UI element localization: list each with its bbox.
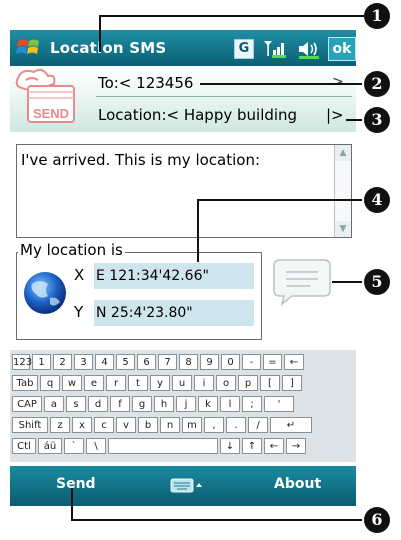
- key-symbol[interactable]: ,: [204, 417, 224, 433]
- gprs-indicator[interactable]: G: [234, 39, 254, 59]
- key-0[interactable]: 0: [221, 354, 240, 370]
- key-symbol[interactable]: [: [260, 375, 280, 391]
- key-s[interactable]: s: [66, 396, 86, 412]
- x-coordinate-label: X: [74, 266, 85, 284]
- windows-flag-icon[interactable]: [14, 35, 44, 61]
- globe-icon: [24, 272, 66, 314]
- key-tab[interactable]: Tab: [12, 375, 38, 391]
- header-divider: [96, 96, 352, 97]
- key-enter[interactable]: ↵: [270, 417, 312, 433]
- key-z[interactable]: z: [50, 417, 70, 433]
- callout-2: 2: [364, 71, 390, 97]
- x-coordinate-value[interactable]: E 121:34'42.66": [94, 263, 254, 289]
- key-symbol[interactable]: áü: [38, 438, 62, 454]
- key-u[interactable]: u: [172, 375, 192, 391]
- key-f[interactable]: f: [110, 396, 130, 412]
- key-l[interactable]: l: [220, 396, 240, 412]
- key-1[interactable]: 1: [32, 354, 51, 370]
- key-backspace[interactable]: ←: [264, 438, 284, 454]
- key-i[interactable]: i: [194, 375, 214, 391]
- key-2[interactable]: 2: [53, 354, 72, 370]
- callout-4: 4: [364, 187, 390, 213]
- key-backspace[interactable]: ←: [284, 354, 304, 370]
- y-coordinate-value[interactable]: N 25:4'23.80": [94, 300, 254, 326]
- callout-5: 5: [364, 269, 390, 295]
- key-h[interactable]: h: [154, 396, 174, 412]
- key-4[interactable]: 4: [95, 354, 114, 370]
- key-n[interactable]: n: [160, 417, 180, 433]
- key-9[interactable]: 9: [200, 354, 219, 370]
- soft-keyboard: 123 1 2 3 4 5 6 7 8 9 0- = ← Tab q w e r t y u i o p[] CAP a s d f g h…: [10, 350, 356, 462]
- key-r[interactable]: r: [106, 375, 126, 391]
- app-title: Location SMS: [50, 39, 167, 57]
- key-a[interactable]: a: [44, 396, 64, 412]
- send-softkey[interactable]: Send: [56, 476, 96, 492]
- key-symbol[interactable]: ]: [282, 375, 302, 391]
- key-7[interactable]: 7: [158, 354, 177, 370]
- key-shift[interactable]: Shift: [12, 417, 48, 433]
- message-text: I've arrived. This is my location:: [21, 151, 261, 169]
- speaker-icon[interactable]: [296, 39, 322, 59]
- key-space[interactable]: [108, 438, 218, 454]
- callout-6: 6: [364, 507, 390, 533]
- key-b[interactable]: b: [138, 417, 158, 433]
- send-envelope-icon[interactable]: SEND: [12, 68, 86, 128]
- svg-text:SEND: SEND: [33, 106, 69, 121]
- key-w[interactable]: w: [62, 375, 82, 391]
- key-x[interactable]: x: [72, 417, 92, 433]
- callout-1: 1: [364, 3, 390, 29]
- key-j[interactable]: j: [176, 396, 196, 412]
- key-ctl[interactable]: Ctl: [12, 438, 36, 454]
- key-symbol[interactable]: /: [248, 417, 268, 433]
- key-o[interactable]: o: [216, 375, 236, 391]
- key-g[interactable]: g: [132, 396, 152, 412]
- location-group-title: My location is: [18, 241, 125, 259]
- y-coordinate-label: Y: [74, 303, 84, 321]
- keyboard-toggle-icon[interactable]: [170, 476, 204, 494]
- title-bar: Location SMS G ok: [10, 30, 356, 66]
- menu-bar: Send About: [10, 466, 356, 506]
- location-next-arrow[interactable]: |>: [326, 106, 344, 124]
- key-symbol[interactable]: ': [264, 396, 294, 412]
- device-screen: Location SMS G ok SEND To:< 123456 > Loc…: [10, 30, 356, 506]
- signal-strength-icon[interactable]: [262, 38, 288, 58]
- key-c[interactable]: c: [94, 417, 114, 433]
- key-symbol[interactable]: ;: [242, 396, 262, 412]
- key-k[interactable]: k: [198, 396, 218, 412]
- scroll-up-icon[interactable]: ▲: [335, 145, 351, 161]
- key-t[interactable]: t: [128, 375, 148, 391]
- key-6[interactable]: 6: [137, 354, 156, 370]
- key-cap[interactable]: CAP: [12, 396, 42, 412]
- message-bubble-icon[interactable]: [272, 256, 332, 306]
- key-symbol[interactable]: .: [226, 417, 246, 433]
- key-arrow-down[interactable]: ↓: [220, 438, 240, 454]
- key-8[interactable]: 8: [179, 354, 198, 370]
- ok-button[interactable]: ok: [328, 37, 356, 61]
- key-d[interactable]: d: [88, 396, 108, 412]
- key-symbol[interactable]: -: [242, 354, 261, 370]
- key-5[interactable]: 5: [116, 354, 135, 370]
- message-header: SEND To:< 123456 > Location:< Happy buil…: [10, 66, 356, 132]
- key-v[interactable]: v: [116, 417, 136, 433]
- location-field[interactable]: Location:< Happy building: [98, 106, 297, 124]
- about-softkey[interactable]: About: [274, 476, 321, 492]
- message-textarea[interactable]: I've arrived. This is my location: ▲ ▼: [16, 144, 352, 238]
- key-p[interactable]: p: [238, 375, 258, 391]
- key-symbol[interactable]: =: [263, 354, 282, 370]
- key-e[interactable]: e: [84, 375, 104, 391]
- to-field[interactable]: To:< 123456: [98, 74, 193, 92]
- key-123[interactable]: 123: [12, 354, 32, 370]
- callout-3: 3: [364, 107, 390, 133]
- key-y[interactable]: y: [150, 375, 170, 391]
- to-next-arrow[interactable]: >: [332, 74, 344, 90]
- key-3[interactable]: 3: [74, 354, 93, 370]
- key-m[interactable]: m: [182, 417, 202, 433]
- key-symbol[interactable]: \: [86, 438, 106, 454]
- key-q[interactable]: q: [40, 375, 60, 391]
- message-scrollbar[interactable]: ▲ ▼: [334, 145, 351, 237]
- key-arrow-up[interactable]: ↑: [242, 438, 262, 454]
- key-arrow-right[interactable]: →: [286, 438, 306, 454]
- scroll-down-icon[interactable]: ▼: [335, 221, 351, 237]
- key-symbol[interactable]: `: [64, 438, 84, 454]
